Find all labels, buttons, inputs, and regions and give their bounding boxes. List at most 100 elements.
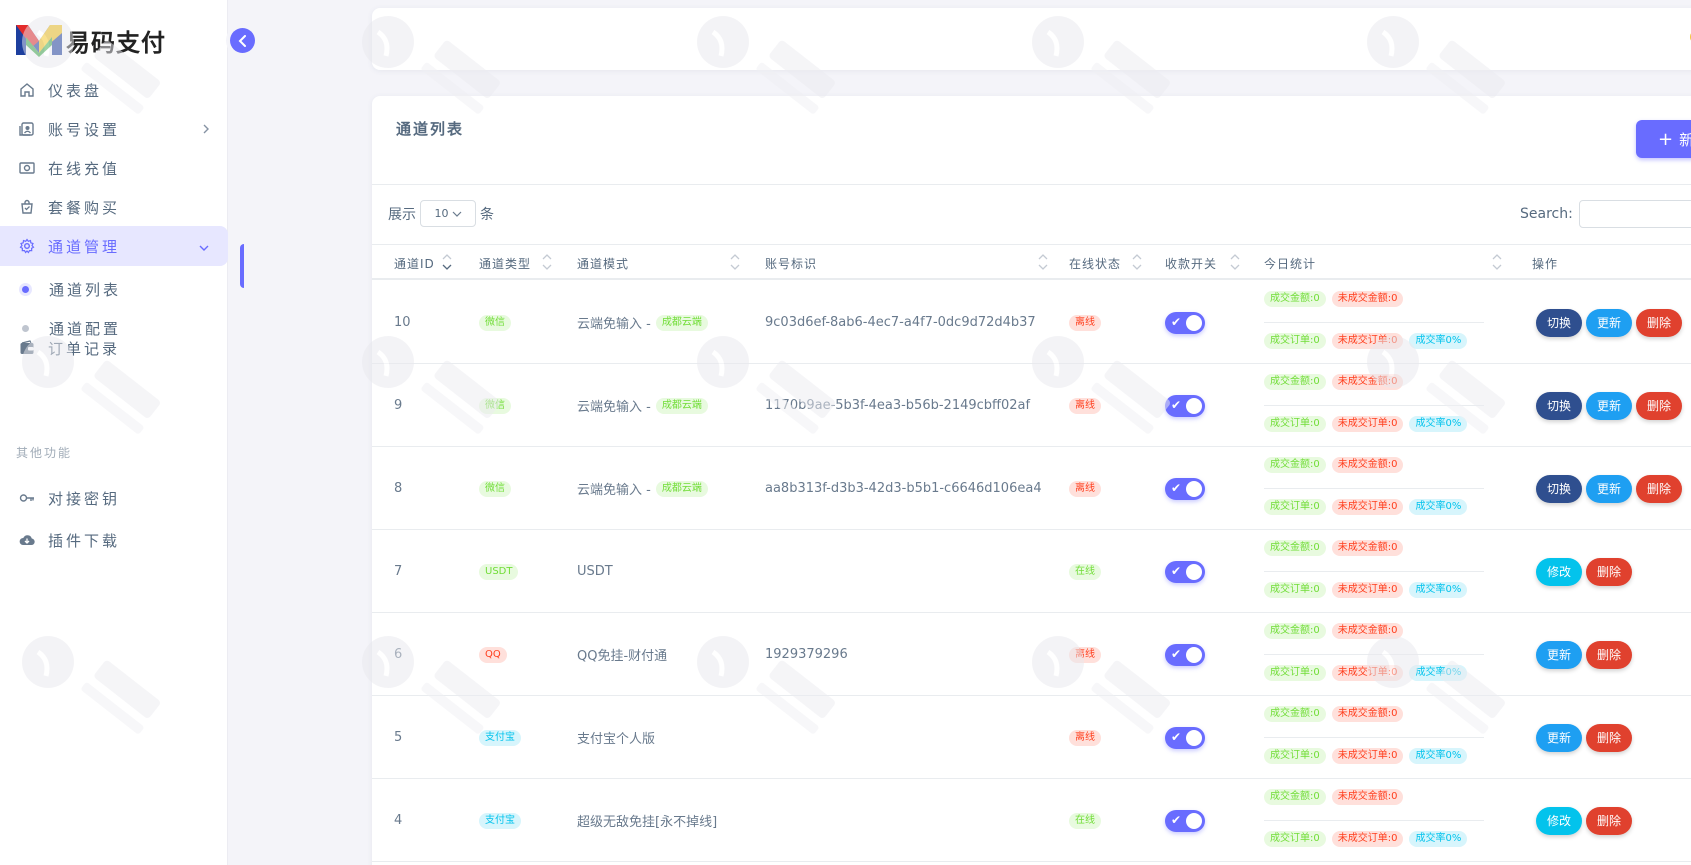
column-header-5[interactable]: 收款开关: [1165, 255, 1217, 272]
today-stats: 成交金额:0 未成交金额:0 成交订单:0 未成交订单:0 成交率0%: [1264, 447, 1484, 530]
sidebar-subitem-label: 通道配置: [49, 319, 122, 338]
sort-icon[interactable]: [1038, 251, 1048, 273]
toggle-knob: [1186, 480, 1202, 497]
gear-icon: [18, 237, 36, 255]
stat-success-rate: 成交率0%: [1409, 333, 1468, 349]
sidebar-item-3[interactable]: 套餐购买: [0, 187, 228, 227]
sidebar-item-label: 对接密钥: [48, 489, 121, 508]
search-input[interactable]: [1578, 200, 1691, 228]
page-length-control: 展示 10 条: [388, 200, 494, 227]
sidebar-item-4[interactable]: 通道管理: [0, 226, 228, 266]
stat-fail-orders: 未成交订单:0: [1331, 499, 1404, 515]
receive-toggle[interactable]: ✔: [1165, 809, 1205, 832]
column-header-0[interactable]: 通道ID: [394, 255, 435, 272]
sidebar-subitem-1[interactable]: 通道配置: [0, 310, 228, 346]
chevron-left-icon: [238, 34, 246, 47]
brand[interactable]: 易码支付: [16, 20, 166, 60]
toggle-knob: [1186, 397, 1202, 414]
column-header-2[interactable]: 通道模式: [577, 255, 629, 272]
edit-button[interactable]: 修改: [1536, 806, 1583, 835]
sidebar-subitem-0[interactable]: 通道列表: [0, 271, 228, 307]
stat-success-amount: 成交金额:0: [1264, 789, 1326, 805]
user-card-icon: [18, 120, 36, 138]
sort-icon[interactable]: [1230, 251, 1240, 273]
receive-toggle-cell: ✔: [1165, 364, 1205, 447]
online-status-cell: 离线: [1069, 447, 1101, 530]
channel-id: 10: [394, 315, 411, 330]
stat-success-orders: 成交订单:0: [1264, 499, 1326, 515]
channel-type-badge: QQ: [479, 646, 507, 663]
channel-mode-tag: 成都云端: [655, 314, 708, 331]
column-header-4[interactable]: 在线状态: [1069, 255, 1121, 272]
update-button[interactable]: 更新: [1586, 474, 1633, 503]
update-button[interactable]: 更新: [1536, 640, 1583, 669]
switch-button[interactable]: 切换: [1536, 474, 1583, 503]
table-row: 7 USDT USDT 在线 ✔ 成交金额:0 未成交金额:0 成交订单:0 未成交订单:0 成交…: [372, 530, 1691, 613]
sidebar-other-item-0[interactable]: 对接密钥: [0, 478, 228, 518]
sort-icon[interactable]: [542, 251, 552, 273]
stat-success-rate: 成交率0%: [1409, 831, 1468, 847]
switch-button[interactable]: 切换: [1536, 308, 1583, 337]
sort-icon[interactable]: [1132, 251, 1142, 273]
delete-button[interactable]: 删除: [1636, 474, 1683, 503]
update-button[interactable]: 更新: [1586, 391, 1633, 420]
unit-label: 条: [480, 206, 494, 223]
brand-logo-icon: [16, 25, 62, 57]
channel-mode-cell: 超级无敌免挂[永不掉线]: [577, 779, 717, 862]
switch-button[interactable]: 切换: [1536, 391, 1583, 420]
online-status-badge: 离线: [1069, 646, 1101, 663]
stat-fail-amount: 未成交金额:0: [1331, 540, 1404, 556]
add-channel-button[interactable]: + 新: [1636, 120, 1691, 158]
update-button[interactable]: 更新: [1586, 308, 1633, 337]
sidebar-item-2[interactable]: 在线充值: [0, 148, 228, 188]
account-id: 1170b9ae-5b3f-4ea3-b56b-2149cbff02af: [765, 398, 1031, 413]
row-actions: 切换 更新 删除: [1536, 364, 1683, 447]
delete-button[interactable]: 删除: [1636, 308, 1683, 337]
channel-type-badge: USDT: [479, 563, 519, 580]
delete-button[interactable]: 删除: [1586, 640, 1633, 669]
channel-id: 4: [394, 813, 403, 828]
receive-toggle-cell: ✔: [1165, 447, 1205, 530]
receive-toggle[interactable]: ✔: [1165, 394, 1205, 417]
stat-success-rate: 成交率0%: [1409, 416, 1468, 432]
row-actions: 切换 更新 删除: [1536, 447, 1683, 530]
delete-button[interactable]: 删除: [1586, 723, 1633, 752]
receive-toggle[interactable]: ✔: [1165, 311, 1205, 334]
update-button[interactable]: 更新: [1536, 723, 1583, 752]
delete-button[interactable]: 删除: [1636, 391, 1683, 420]
check-icon: ✔: [1171, 646, 1182, 661]
sidebar-item-0[interactable]: 仪表盘: [0, 70, 228, 110]
channel-id: 5: [394, 730, 403, 745]
sidebar-item-label: 账号设置: [48, 120, 121, 139]
page-length-value: 10: [434, 207, 449, 220]
sidebar: 易码支付 仪表盘 账号设置 在线充值 套餐购买 通道管理 订单记录 通道列表 通道配置 其他功能…: [0, 0, 228, 865]
check-icon: ✔: [1171, 563, 1182, 578]
channel-id: 8: [394, 481, 403, 496]
page-length-select[interactable]: 10: [420, 200, 476, 227]
channel-mode-cell: 支付宝个人版: [577, 696, 655, 779]
column-header-3[interactable]: 账号标识: [765, 255, 817, 272]
sidebar-item-1[interactable]: 账号设置: [0, 109, 228, 149]
stat-divider: [1264, 654, 1484, 655]
sidebar-collapse-button[interactable]: [230, 28, 255, 53]
sort-icon[interactable]: [1492, 251, 1502, 273]
receive-toggle[interactable]: ✔: [1165, 726, 1205, 749]
receive-toggle[interactable]: ✔: [1165, 643, 1205, 666]
column-header-1[interactable]: 通道类型: [479, 255, 531, 272]
check-icon: ✔: [1171, 729, 1182, 744]
sort-icon[interactable]: [442, 251, 452, 273]
channel-type-cell: 微信: [479, 447, 511, 530]
delete-button[interactable]: 删除: [1586, 557, 1633, 586]
delete-button[interactable]: 删除: [1586, 806, 1633, 835]
stat-fail-orders: 未成交订单:0: [1331, 582, 1404, 598]
sidebar-item-label: 插件下载: [48, 531, 121, 550]
column-header-6[interactable]: 今日统计: [1264, 255, 1316, 272]
sidebar-other-item-1[interactable]: 插件下载: [0, 520, 228, 560]
stat-success-amount: 成交金额:0: [1264, 291, 1326, 307]
edit-button[interactable]: 修改: [1536, 557, 1583, 586]
receive-toggle[interactable]: ✔: [1165, 560, 1205, 583]
sidebar-item-label: 在线充值: [48, 159, 121, 178]
receive-toggle[interactable]: ✔: [1165, 477, 1205, 500]
sort-icon[interactable]: [730, 251, 740, 273]
today-stats: 成交金额:0 未成交金额:0 成交订单:0 未成交订单:0 成交率0%: [1264, 696, 1484, 779]
